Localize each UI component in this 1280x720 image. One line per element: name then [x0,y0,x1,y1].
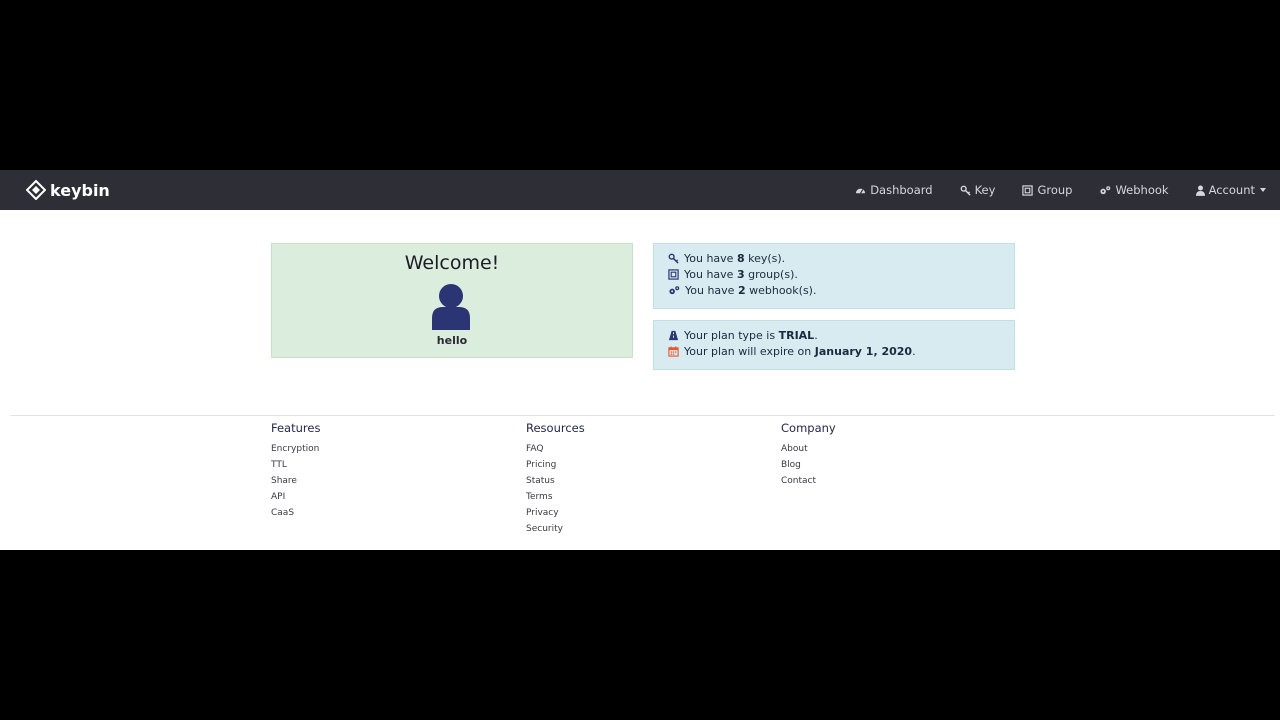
plan-type: TRIAL [778,329,815,342]
footer-features: Features Encryption TTL Share API CaaS [271,420,320,523]
footer-heading: Features [271,421,321,435]
counts-card: You have 8 key(s). You have 3 group(s). … [653,243,1015,309]
nav-menu: Dashboard Key Group Webhook Account [828,170,1266,210]
welcome-title: Welcome! [404,252,500,274]
footer-heading: Resources [526,421,585,435]
groups-count: 3 [736,268,745,281]
brand-name: keybin [50,180,110,200]
brand-logo[interactable]: keybin [26,179,110,201]
user-avatar-icon [432,284,470,330]
key-icon [960,185,971,196]
footer-link-faq[interactable]: FAQ [526,443,585,459]
chevron-down-icon [1260,188,1266,192]
welcome-card: Welcome! hello [271,243,633,358]
key-icon [668,253,679,264]
groups-count-line: You have 3 group(s). [668,268,798,281]
plan-card: Your plan type is TRIAL. Your plan will … [653,320,1015,370]
cogs-icon [1100,185,1111,194]
navbar: keybin Dashboard Key Group Webhook Accou… [0,170,1280,210]
plan-type-line: Your plan type is TRIAL. [668,329,818,342]
footer-link-blog[interactable]: Blog [781,459,836,475]
user-icon [1195,184,1205,196]
footer-link-privacy[interactable]: Privacy [526,507,585,523]
cogs-icon [669,286,680,295]
dashboard-icon [856,188,866,194]
username: hello [436,334,468,347]
footer-link-status[interactable]: Status [526,475,585,491]
nav-item-label: Key [974,183,996,197]
nav-item-dashboard[interactable]: Dashboard [855,183,933,197]
footer-link-api[interactable]: API [271,491,320,507]
keys-count-line: You have 8 key(s). [668,252,785,265]
road-icon [668,330,679,341]
footer-link-about[interactable]: About [781,443,836,459]
keybin-logo-icon [26,180,46,200]
footer-link-caas[interactable]: CaaS [271,507,320,523]
group-icon [668,269,679,280]
plan-expire-date: January 1, 2020 [814,345,913,358]
nav-item-webhook[interactable]: Webhook [1099,183,1169,197]
footer-link-share[interactable]: Share [271,475,320,491]
nav-item-label: Dashboard [870,183,933,197]
footer-divider [10,415,1275,416]
footer-link-terms[interactable]: Terms [526,491,585,507]
app-window: keybin Dashboard Key Group Webhook Accou… [0,170,1280,550]
nav-item-label: Group [1037,183,1073,197]
footer-resources: Resources FAQ Pricing Status Terms Priva… [526,420,585,539]
footer-link-pricing[interactable]: Pricing [526,459,585,475]
calendar-icon [668,346,679,357]
webhooks-count-line: You have 2 webhook(s). [668,284,816,297]
footer-link-contact[interactable]: Contact [781,475,836,491]
plan-expire-line: Your plan will expire on January 1, 2020… [668,345,916,358]
footer-company: Company About Blog Contact [781,420,836,491]
keys-count: 8 [736,252,745,265]
nav-item-group[interactable]: Group [1022,183,1072,197]
nav-item-key[interactable]: Key [960,183,996,197]
nav-item-label: Account [1208,183,1255,197]
footer-link-encryption[interactable]: Encryption [271,443,320,459]
webhooks-count: 2 [737,284,746,297]
nav-item-account[interactable]: Account [1195,183,1266,197]
footer-link-ttl[interactable]: TTL [271,459,320,475]
footer-heading: Company [781,421,836,435]
footer-link-security[interactable]: Security [526,523,585,539]
nav-item-label: Webhook [1115,183,1169,197]
group-icon [1022,184,1034,196]
